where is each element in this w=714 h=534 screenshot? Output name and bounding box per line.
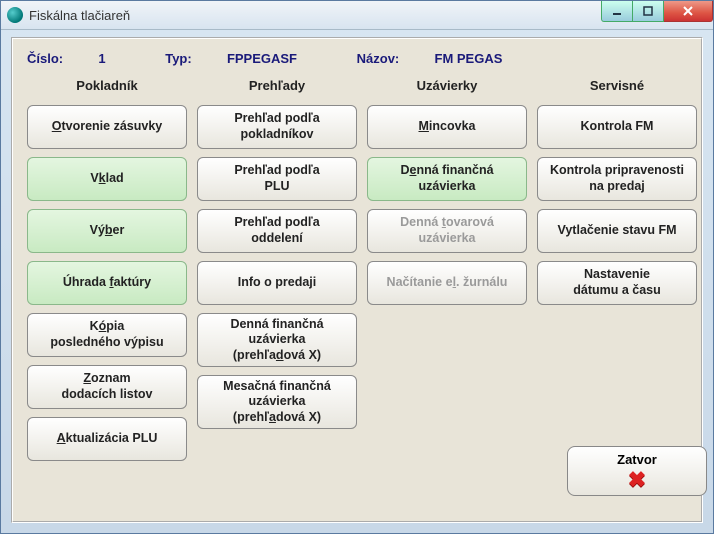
denna-tov-button[interactable]: Denná tovarováuzávierka [367, 209, 527, 253]
typ-value: FPPEGASF [227, 51, 297, 66]
app-icon [7, 7, 23, 23]
kontrola-fm-button[interactable]: Kontrola FM [537, 105, 697, 149]
maximize-button[interactable] [633, 1, 664, 22]
col-servisne: Servisné Kontrola FM Kontrola pripraveno… [537, 76, 697, 461]
denna-fin-button[interactable]: Denná finančnáuzávierka [367, 157, 527, 201]
prehlad-oddeleni-button[interactable]: Prehľad podľaoddelení [197, 209, 357, 253]
kontrola-prip-button[interactable]: Kontrola pripravenostina predaj [537, 157, 697, 201]
vytlacenie-button[interactable]: Vytlačenie stavu FM [537, 209, 697, 253]
mincovka-button[interactable]: Mincovka [367, 105, 527, 149]
prehlad-plu-button[interactable]: Prehľad podľaPLU [197, 157, 357, 201]
minimize-button[interactable] [601, 1, 633, 22]
window: Fiskálna tlačiareň Číslo: 1 Typ: FPPEGAS… [0, 0, 714, 534]
nazov-value: FM PEGAS [435, 51, 503, 66]
kopia-button[interactable]: Kópiaposledného výpisu [27, 313, 187, 357]
zatvor-label: Zatvor [617, 452, 657, 467]
mesacna-fin-x-button[interactable]: Mesačná finančnáuzávierka(prehľadová X) [197, 375, 357, 429]
columns: Pokladník Otvorenie zásuvky Vklad Výber … [27, 76, 687, 461]
zoznam-button[interactable]: Zoznamdodacích listov [27, 365, 187, 409]
aktualizacia-button[interactable]: Aktualizácia PLU [27, 417, 187, 461]
titlebar: Fiskálna tlačiareň [1, 1, 713, 30]
denna-fin-x-button[interactable]: Denná finančnáuzávierka(prehľadová X) [197, 313, 357, 367]
col-head-servisne: Servisné [590, 78, 644, 93]
typ-label: Typ: [165, 51, 191, 66]
info-predaj-button[interactable]: Info o predaji [197, 261, 357, 305]
x-icon: ✖ [628, 469, 646, 491]
info-bar: Číslo: 1 Typ: FPPEGASF Názov: FM PEGAS [27, 51, 687, 66]
cislo-label: Číslo: [27, 51, 63, 66]
content-panel: Číslo: 1 Typ: FPPEGASF Názov: FM PEGAS P… [11, 37, 703, 523]
window-close-button[interactable] [664, 1, 713, 22]
otvorenie-zasuvky-button[interactable]: Otvorenie zásuvky [27, 105, 187, 149]
nacitanie-button[interactable]: Načítanie el. žurnálu [367, 261, 527, 305]
nastavenie-button[interactable]: Nastaveniedátumu a času [537, 261, 697, 305]
col-pokladnik: Pokladník Otvorenie zásuvky Vklad Výber … [27, 76, 187, 461]
nazov-label: Názov: [357, 51, 400, 66]
vyber-button[interactable]: Výber [27, 209, 187, 253]
col-head-pokladnik: Pokladník [76, 78, 137, 93]
uhrada-faktury-button[interactable]: Úhrada faktúry [27, 261, 187, 305]
col-uzavierky: Uzávierky Mincovka Denná finančnáuzávier… [367, 76, 527, 461]
vklad-button[interactable]: Vklad [27, 157, 187, 201]
col-prehlady: Prehľady Prehľad podľapokladníkov Prehľa… [197, 76, 357, 461]
minimize-icon [612, 6, 622, 16]
window-controls [601, 1, 713, 21]
cislo-value: 1 [98, 51, 105, 66]
zatvor-button[interactable]: Zatvor ✖ [567, 446, 707, 496]
col-head-prehlady: Prehľady [249, 78, 305, 93]
close-icon [682, 5, 694, 17]
maximize-icon [643, 6, 653, 16]
window-title: Fiskálna tlačiareň [29, 8, 130, 23]
col-head-uzavierky: Uzávierky [417, 78, 478, 93]
prehlad-pokladnikov-button[interactable]: Prehľad podľapokladníkov [197, 105, 357, 149]
